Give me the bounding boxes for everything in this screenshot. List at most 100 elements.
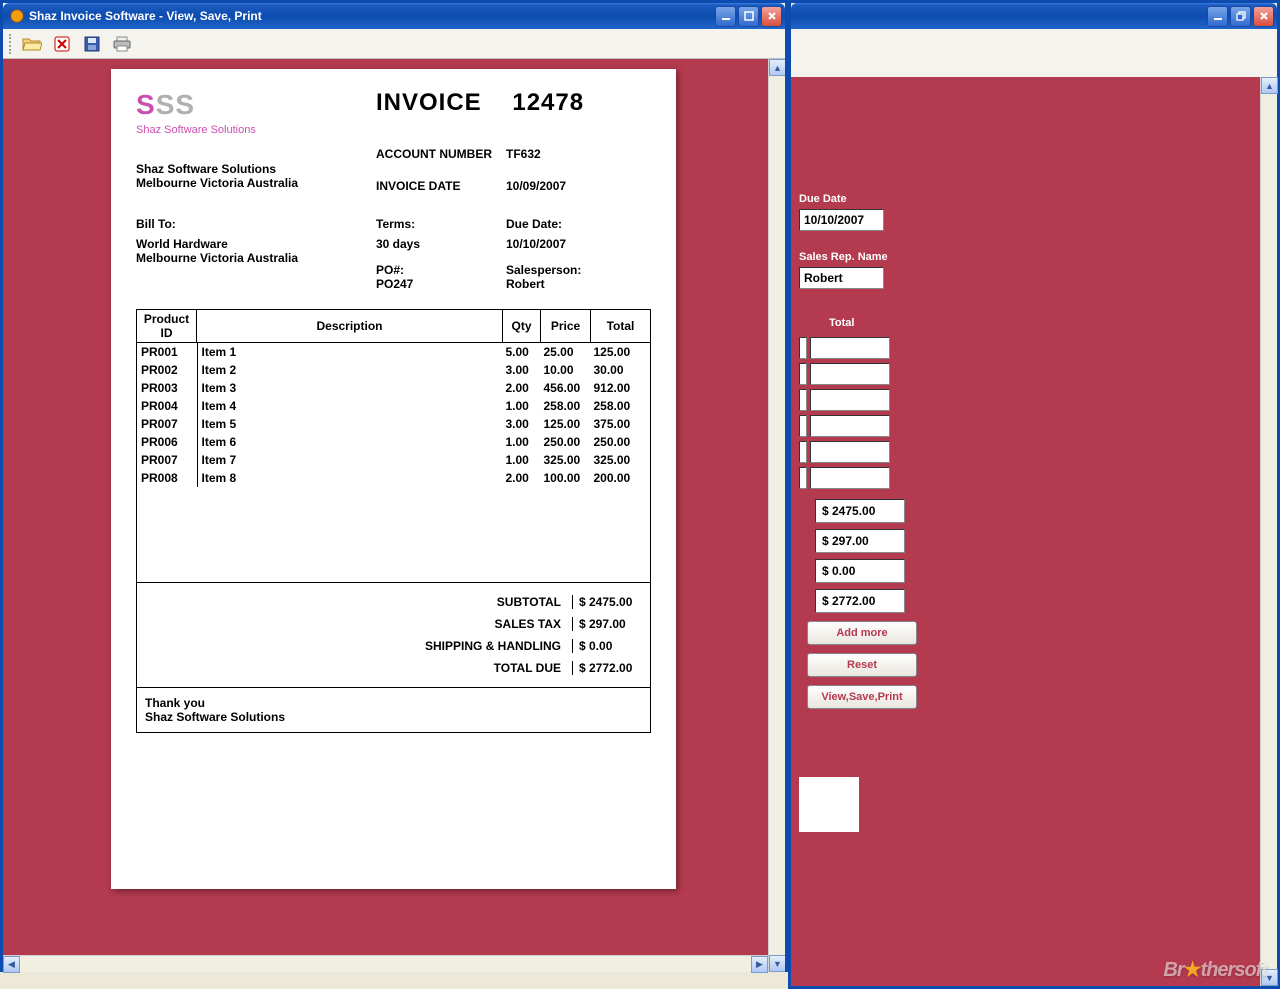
sales-rep-input[interactable] <box>799 267 884 289</box>
line-input-grid <box>799 337 1259 489</box>
due-date-label: Due Date: <box>506 217 651 231</box>
total-column-label: Total <box>829 317 1259 329</box>
note-line-2: Shaz Software Solutions <box>145 710 642 724</box>
scroll-left-icon[interactable]: ◀ <box>3 956 20 973</box>
cell-total: 912.00 <box>590 379 650 397</box>
print-icon[interactable] <box>111 33 133 55</box>
company-logo: SSS <box>136 89 376 121</box>
table-row: PR001Item 15.0025.00125.00 <box>137 343 650 361</box>
logo-tagline: Shaz Software Solutions <box>136 124 376 136</box>
col-product-id: Product ID <box>137 310 197 343</box>
scroll-up-icon[interactable]: ▲ <box>769 59 785 76</box>
line-total-input[interactable] <box>810 389 890 411</box>
subtotal-display: $ 2475.00 <box>815 499 905 523</box>
app-icon <box>9 8 25 24</box>
invoice-date-label: INVOICE DATE <box>376 179 506 193</box>
restore-button[interactable] <box>1230 6 1251 27</box>
cell-description: Item 5 <box>197 415 502 433</box>
view-save-print-button[interactable]: View,Save,Print <box>807 685 917 709</box>
due-date-value: 10/10/2007 <box>506 237 651 251</box>
table-row: PR004Item 41.00258.00258.00 <box>137 397 650 415</box>
line-total-input[interactable] <box>810 363 890 385</box>
cell-description: Item 8 <box>197 469 502 487</box>
cell-qty: 2.00 <box>502 469 540 487</box>
cell-total: 30.00 <box>590 361 650 379</box>
subtotal-label: SUBTOTAL <box>145 595 573 609</box>
form-titlebar[interactable] <box>791 3 1277 29</box>
grid-cell[interactable] <box>799 363 807 385</box>
sales-rep-label: Sales Rep. Name <box>799 251 1259 263</box>
grid-cell[interactable] <box>799 441 807 463</box>
total-due-display: $ 2772.00 <box>815 589 905 613</box>
scroll-down-icon[interactable]: ▼ <box>769 955 785 972</box>
cell-product-id: PR007 <box>137 415 197 433</box>
vertical-scrollbar[interactable]: ▲ ▼ <box>768 59 785 972</box>
cell-total: 250.00 <box>590 433 650 451</box>
shipping-display: $ 0.00 <box>815 559 905 583</box>
cell-price: 325.00 <box>540 451 590 469</box>
totals-section: SUBTOTAL$ 2475.00 SALES TAX$ 297.00 SHIP… <box>136 583 651 688</box>
delete-icon[interactable] <box>51 33 73 55</box>
close-button[interactable] <box>761 6 782 27</box>
grid-cell[interactable] <box>799 337 807 359</box>
line-total-input[interactable] <box>810 337 890 359</box>
reset-button[interactable]: Reset <box>807 653 917 677</box>
salesperson-label: Salesperson: <box>506 263 651 277</box>
bill-to-address: Melbourne Victoria Australia <box>136 251 376 265</box>
cell-price: 250.00 <box>540 433 590 451</box>
tax-value: $ 297.00 <box>572 617 642 631</box>
line-total-input[interactable] <box>810 441 890 463</box>
total-due-label: TOTAL DUE <box>145 661 573 675</box>
cell-total: 200.00 <box>590 469 650 487</box>
line-items-table: Product ID Description Qty Price Total <box>136 309 651 343</box>
scroll-up-icon[interactable]: ▲ <box>1261 77 1278 94</box>
cell-qty: 1.00 <box>502 433 540 451</box>
cell-qty: 5.00 <box>502 343 540 361</box>
company-name: Shaz Software Solutions <box>136 162 376 176</box>
save-icon[interactable] <box>81 33 103 55</box>
cell-product-id: PR003 <box>137 379 197 397</box>
line-total-input[interactable] <box>810 467 890 489</box>
cell-product-id: PR001 <box>137 343 197 361</box>
line-total-input[interactable] <box>810 415 890 437</box>
close-button[interactable] <box>1253 6 1274 27</box>
preview-title: Shaz Invoice Software - View, Save, Prin… <box>29 9 715 23</box>
minimize-button[interactable] <box>715 6 736 27</box>
cell-price: 10.00 <box>540 361 590 379</box>
form-panel: Due Date Sales Rep. Name Total $ 2475.00… <box>791 77 1277 986</box>
open-icon[interactable] <box>21 33 43 55</box>
form-toolbar <box>791 29 1277 77</box>
table-row: PR003Item 32.00456.00912.00 <box>137 379 650 397</box>
cell-description: Item 4 <box>197 397 502 415</box>
scroll-right-icon[interactable]: ▶ <box>751 956 768 973</box>
cell-qty: 3.00 <box>502 415 540 433</box>
cell-product-id: PR008 <box>137 469 197 487</box>
cell-price: 125.00 <box>540 415 590 433</box>
cell-qty: 1.00 <box>502 397 540 415</box>
vertical-scrollbar[interactable]: ▲ ▼ <box>1260 77 1277 986</box>
add-more-button[interactable]: Add more <box>807 621 917 645</box>
notes-section: Thank you Shaz Software Solutions <box>136 688 651 733</box>
tax-display: $ 297.00 <box>815 529 905 553</box>
grid-cell[interactable] <box>799 415 807 437</box>
subtotal-value: $ 2475.00 <box>572 595 642 609</box>
maximize-button[interactable] <box>738 6 759 27</box>
horizontal-scrollbar[interactable]: ◀ ▶ <box>3 955 768 972</box>
minimize-button[interactable] <box>1207 6 1228 27</box>
toolbar-grip <box>9 34 13 54</box>
cell-total: 258.00 <box>590 397 650 415</box>
grid-cell[interactable] <box>799 467 807 489</box>
col-total: Total <box>591 310 651 343</box>
table-row: PR006Item 61.00250.00250.00 <box>137 433 650 451</box>
due-date-input[interactable] <box>799 209 884 231</box>
bill-to-name: World Hardware <box>136 237 376 251</box>
grid-cell[interactable] <box>799 389 807 411</box>
cell-description: Item 1 <box>197 343 502 361</box>
shipping-value: $ 0.00 <box>572 639 642 653</box>
cell-price: 456.00 <box>540 379 590 397</box>
company-address: Melbourne Victoria Australia <box>136 176 376 190</box>
preview-titlebar[interactable]: Shaz Invoice Software - View, Save, Prin… <box>3 3 785 29</box>
table-row: PR008Item 82.00100.00200.00 <box>137 469 650 487</box>
po-label: PO#: <box>376 263 506 277</box>
cell-description: Item 7 <box>197 451 502 469</box>
